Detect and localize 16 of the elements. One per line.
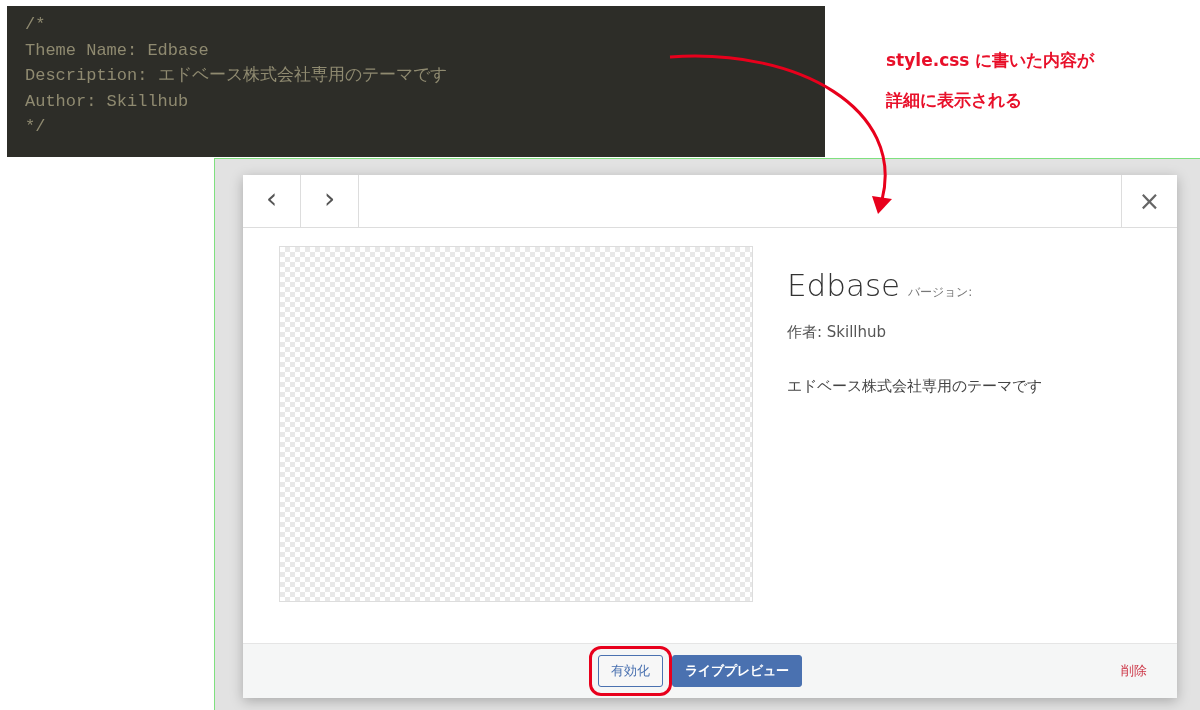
code-line: */ bbox=[25, 116, 47, 138]
code-line: Description: エドベース株式会社専用のテーマです bbox=[25, 65, 448, 87]
annotation-text: 詳細に表示される bbox=[886, 89, 1023, 112]
code-line: Author: Skillhub bbox=[25, 90, 190, 113]
live-preview-button[interactable]: ライブプレビュー bbox=[672, 655, 802, 687]
annotation-text: style.css に書いた内容が bbox=[886, 49, 1095, 72]
code-line: /* bbox=[25, 14, 47, 36]
next-theme-button[interactable]: › bbox=[301, 175, 359, 227]
theme-author: 作者: Skillhub bbox=[787, 321, 888, 343]
code-line: Theme Name: Edbase bbox=[25, 39, 210, 62]
close-button[interactable]: × bbox=[1121, 175, 1177, 227]
version-label: バージョン: bbox=[908, 285, 973, 299]
previous-theme-button[interactable]: ‹ bbox=[243, 175, 301, 227]
theme-description: エドベース株式会社専用のテーマです bbox=[787, 376, 1042, 397]
delete-link[interactable]: 削除 bbox=[1121, 661, 1147, 681]
theme-name: Edbase bbox=[787, 267, 901, 303]
